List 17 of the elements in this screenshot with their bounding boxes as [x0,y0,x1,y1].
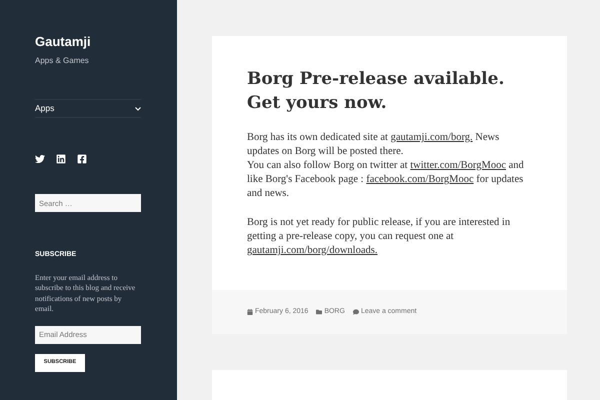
folder-icon [316,309,322,315]
post-link[interactable]: facebook.com/BorgMooc [366,174,474,185]
twitter-icon[interactable] [35,154,45,164]
linkedin-icon[interactable] [56,154,66,164]
site-tagline: Apps & Games [35,55,90,67]
menu-item[interactable]: Apps [35,100,141,117]
post-paragraph: Borg has its own dedicated site at gautamji.com/borg. News updates on Borg will be posted there. You can also follow Borg on twitter at twitter.com/BorgMooc and like Borg's Facebook page : facebook.com/BorgMooc for updates and news. [247,131,525,201]
calendar-icon [247,309,253,315]
comment-icon [352,309,359,315]
post-title[interactable]: Borg Pre-release available. Get yours now. [247,67,527,115]
post-link[interactable]: gautamji.com/borg/downloads. [247,245,378,256]
post-link[interactable]: gautamji.com/borg. [390,132,473,143]
post-paragraph: Borg is not yet ready for public release, if you are interested in getting a pre-release copy, you can request one at gautamji.com/borg/downloads. [247,216,512,258]
post-link[interactable]: twitter.com/BorgMooc [410,160,506,171]
site-title[interactable]: Gautamji [35,34,141,50]
chevron-icon [135,106,141,110]
facebook-icon[interactable] [77,154,87,164]
